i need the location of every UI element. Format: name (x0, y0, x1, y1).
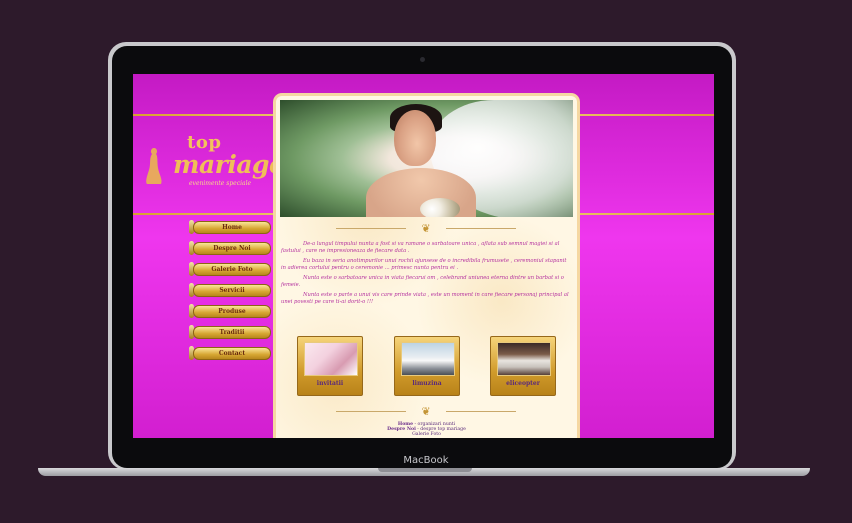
limousine-image (401, 342, 455, 376)
flourish-icon: ❦ (421, 405, 431, 418)
nav-button-label[interactable]: Galerie Foto (193, 263, 271, 276)
site-logo[interactable]: top mariage evenimente speciale (141, 132, 285, 194)
invitations-image (304, 342, 358, 376)
ornament-divider-bottom: ❦ (336, 406, 516, 418)
website-screen: top mariage evenimente speciale Home Des… (133, 74, 714, 438)
footer-link-galerie[interactable]: Galerie Foto (276, 432, 577, 437)
nav-item-traditii[interactable]: Traditii (189, 325, 275, 339)
laptop-notch (378, 468, 472, 472)
bouquet-shape (420, 198, 460, 217)
nav-button-label[interactable]: Traditii (193, 326, 271, 339)
nav-button-label[interactable]: Home (193, 221, 271, 234)
thumb-eliceopter[interactable]: eliceopter (490, 336, 556, 396)
device-brand-label: MacBook (403, 455, 449, 466)
hero-bride-photo (280, 100, 573, 217)
divider-line (336, 228, 406, 229)
thumb-caption: invitatii (316, 380, 344, 387)
nav-button-label[interactable]: Produse (193, 305, 271, 318)
nav-item-servicii[interactable]: Servicii (189, 283, 275, 297)
ornament-divider-top: ❦ (336, 223, 516, 235)
main-nav: Home Despre Noi Galerie Foto Servicii Pr… (189, 220, 275, 367)
nav-item-produse[interactable]: Produse (189, 304, 275, 318)
divider-line (446, 411, 516, 412)
paragraph: Nunta este o sarbatoare unica in viata f… (281, 274, 564, 288)
paragraph: De-a lungul timpului nunta a fost si va … (281, 241, 560, 254)
flourish-icon: ❦ (421, 222, 431, 235)
nav-button-label[interactable]: Despre Noi (193, 242, 271, 255)
nav-button-label[interactable]: Servicii (193, 284, 271, 297)
feature-thumbnails: invitatii limuzina eliceopter (297, 336, 557, 396)
nav-item-despre-noi[interactable]: Despre Noi (189, 241, 275, 255)
nav-item-home[interactable]: Home (189, 220, 275, 234)
helicopter-image (497, 342, 551, 376)
thumb-invitatii[interactable]: invitatii (297, 336, 363, 396)
camera-icon (420, 57, 425, 62)
thumb-caption: limuzina (412, 380, 442, 387)
nav-item-galerie-foto[interactable]: Galerie Foto (189, 262, 275, 276)
paragraph: Eu baza in seria anotimpurilor unui roch… (281, 257, 567, 271)
face-shape (394, 110, 436, 166)
logo-tagline: evenimente speciale (189, 180, 252, 187)
content-panel: ❦ De-a lungul timpului nunta a fost si v… (276, 96, 577, 438)
divider-line (336, 411, 406, 412)
footer-links: Home - organizari nunti Despre Noi - des… (276, 422, 577, 438)
thumb-caption: eliceopter (506, 380, 540, 387)
intro-text: De-a lungul timpului nunta a fost si va … (281, 241, 572, 309)
paragraph: Nunta este o parte a unui vis care prind… (281, 291, 569, 305)
nav-item-contact[interactable]: Contact (189, 346, 275, 360)
bride-figure-icon (146, 148, 162, 184)
nav-button-label[interactable]: Contact (193, 347, 271, 360)
thumb-limuzina[interactable]: limuzina (394, 336, 460, 396)
logo-mariage-text: mariage (173, 150, 285, 179)
divider-line (446, 228, 516, 229)
